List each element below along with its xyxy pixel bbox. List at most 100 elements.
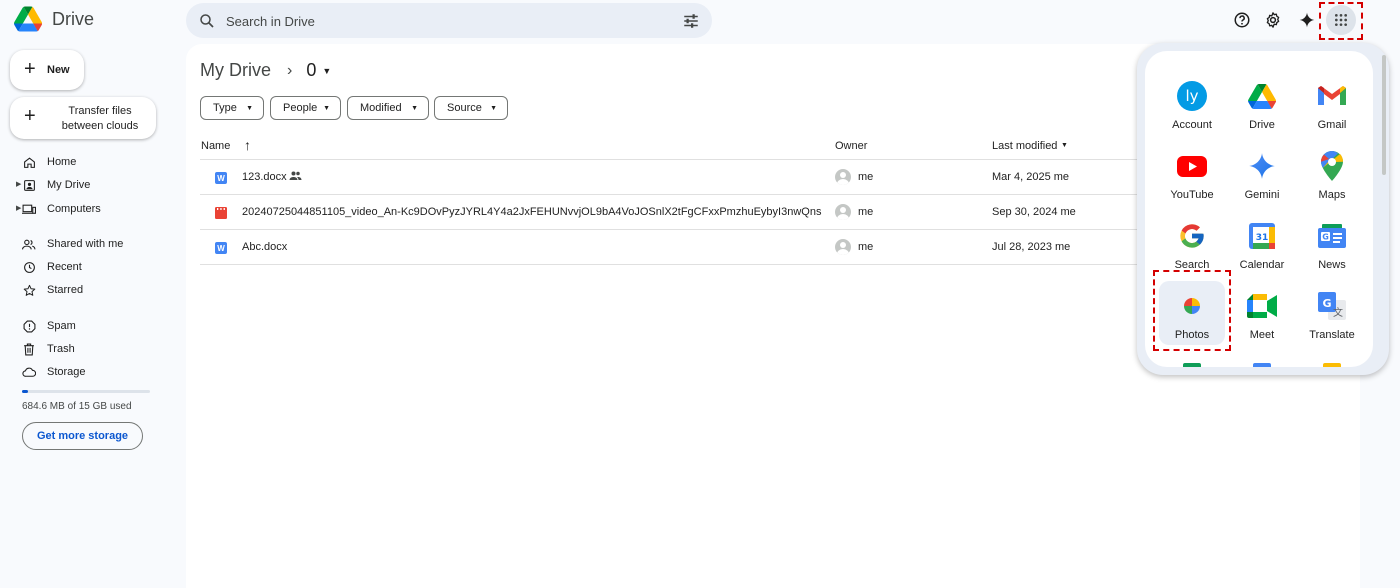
highlight-photos-app [1153,270,1231,351]
app-label: Gemini [1244,189,1280,201]
app-calendar[interactable]: 31 Calendar [1229,211,1295,275]
filter-label: Source [447,102,482,114]
sidebar-item-trash[interactable]: Trash [22,339,75,359]
app-gemini[interactable]: Gemini [1229,141,1295,205]
app-meet[interactable]: Meet [1229,281,1295,345]
filter-type[interactable]: Type ▼ [200,96,264,120]
sidebar-item-starred[interactable]: Starred [22,280,83,300]
get-more-storage-button[interactable]: Get more storage [22,422,143,450]
sidebar-item-label: Trash [47,343,75,355]
sidebar-item-label: Recent [47,261,82,273]
last-modified: Jul 28, 2023 me [992,241,1071,253]
sidebar-item-computers[interactable]: ▶ Computers [16,199,101,219]
gear-icon [1266,12,1280,28]
filter-label: People [283,102,318,114]
help-button[interactable] [1228,6,1256,34]
chevron-down-icon: ▼ [411,105,418,112]
shared-icon [22,237,36,251]
sidebar-item-home[interactable]: Home [22,152,76,172]
sidebar-item-storage[interactable]: Storage [22,362,86,382]
calendar-day: 31 [1256,233,1269,243]
clock-icon [22,260,36,274]
filter-source[interactable]: Source ▼ [434,96,508,120]
search-options-icon[interactable] [682,12,700,30]
owner-name: me [858,206,874,218]
sidebar-item-label: Computers [47,203,101,215]
svg-text:G: G [1322,233,1329,242]
app-news[interactable]: G News [1299,211,1365,275]
settings-button[interactable] [1259,6,1287,34]
sidebar-item-label: My Drive [47,179,91,191]
breadcrumb-root[interactable]: My Drive [200,60,271,81]
column-header-owner[interactable]: Owner [835,140,867,152]
search-bar[interactable] [186,3,712,38]
drive-logo[interactable]: Drive [14,6,94,32]
app-gmail[interactable]: Gmail [1299,71,1365,135]
breadcrumb: My Drive › 0 ▼ [200,60,331,81]
new-button[interactable]: + New [10,50,84,90]
expand-caret-icon[interactable]: ▶ [16,180,21,188]
sheets-icon[interactable] [1183,363,1201,367]
sidebar-item-label: Storage [47,366,86,378]
filter-modified[interactable]: Modified ▼ [347,96,429,120]
sidebar-item-spam[interactable]: Spam [22,316,76,336]
filter-label: Modified [360,102,402,114]
help-icon [1234,12,1250,28]
app-maps[interactable]: Maps [1299,141,1365,205]
chevron-down-icon[interactable]: ▼ [322,66,331,76]
app-account[interactable]: ly Account [1159,71,1225,135]
app-translate[interactable]: G文 Translate [1299,281,1365,345]
sort-arrow-up-icon[interactable]: ↑ [244,137,251,153]
app-label: Calendar [1239,259,1285,271]
last-modified: Mar 4, 2025 me [992,171,1070,183]
owner-name: me [858,171,874,183]
column-header-modified[interactable]: Last modified [992,140,1057,152]
news-icon: G [1316,220,1348,252]
highlight-apps-launcher [1319,2,1363,40]
app-label: Meet [1249,329,1275,341]
expand-caret-icon[interactable]: ▶ [16,204,21,212]
last-modified: Sep 30, 2024 me [992,206,1076,218]
star-icon [22,283,36,297]
filter-people[interactable]: People ▼ [270,96,341,120]
app-label: Account [1172,119,1212,131]
apps-panel-scrollbar[interactable] [1382,55,1386,175]
computers-icon [22,202,36,216]
app-label: Translate [1309,329,1355,341]
sort-down-icon[interactable]: ▼ [1061,142,1068,149]
search-icon[interactable] [198,12,216,30]
owner-avatar [835,169,851,185]
slides-icon[interactable] [1323,363,1341,367]
app-label: Maps [1318,189,1346,201]
maps-icon [1316,150,1348,182]
youtube-icon [1176,150,1208,182]
top-bar: Drive [0,0,1400,44]
app-label: News [1318,259,1346,271]
word-doc-icon: W [215,242,227,254]
account-icon: ly [1176,80,1208,112]
column-header-name[interactable]: Name [201,140,230,152]
transfer-files-button[interactable]: + Transfer files between clouds [10,97,156,139]
breadcrumb-current[interactable]: 0 [306,60,316,81]
gemini-button[interactable] [1293,6,1321,34]
shared-people-icon [289,170,302,184]
sparkle-icon [1299,12,1315,28]
sidebar-item-my-drive[interactable]: ▶ My Drive [16,175,91,195]
storage-bar-fill [22,390,28,393]
sidebar-item-recent[interactable]: Recent [22,257,82,277]
chevron-down-icon: ▼ [246,105,253,112]
home-icon [22,155,36,169]
chevron-down-icon: ▼ [490,105,497,112]
plus-icon: + [24,105,36,127]
app-search[interactable]: Search [1159,211,1225,275]
search-input[interactable] [226,11,646,31]
app-drive[interactable]: Drive [1229,71,1295,135]
app-youtube[interactable]: YouTube [1159,141,1225,205]
file-name: Abc.docx [242,241,288,253]
app-label: Drive [1249,119,1275,131]
owner-avatar [835,204,851,220]
docs-icon[interactable] [1253,363,1271,367]
sidebar-item-shared-with-me[interactable]: Shared with me [22,234,123,254]
app-title: Drive [52,8,95,29]
new-button-label: New [47,64,70,76]
